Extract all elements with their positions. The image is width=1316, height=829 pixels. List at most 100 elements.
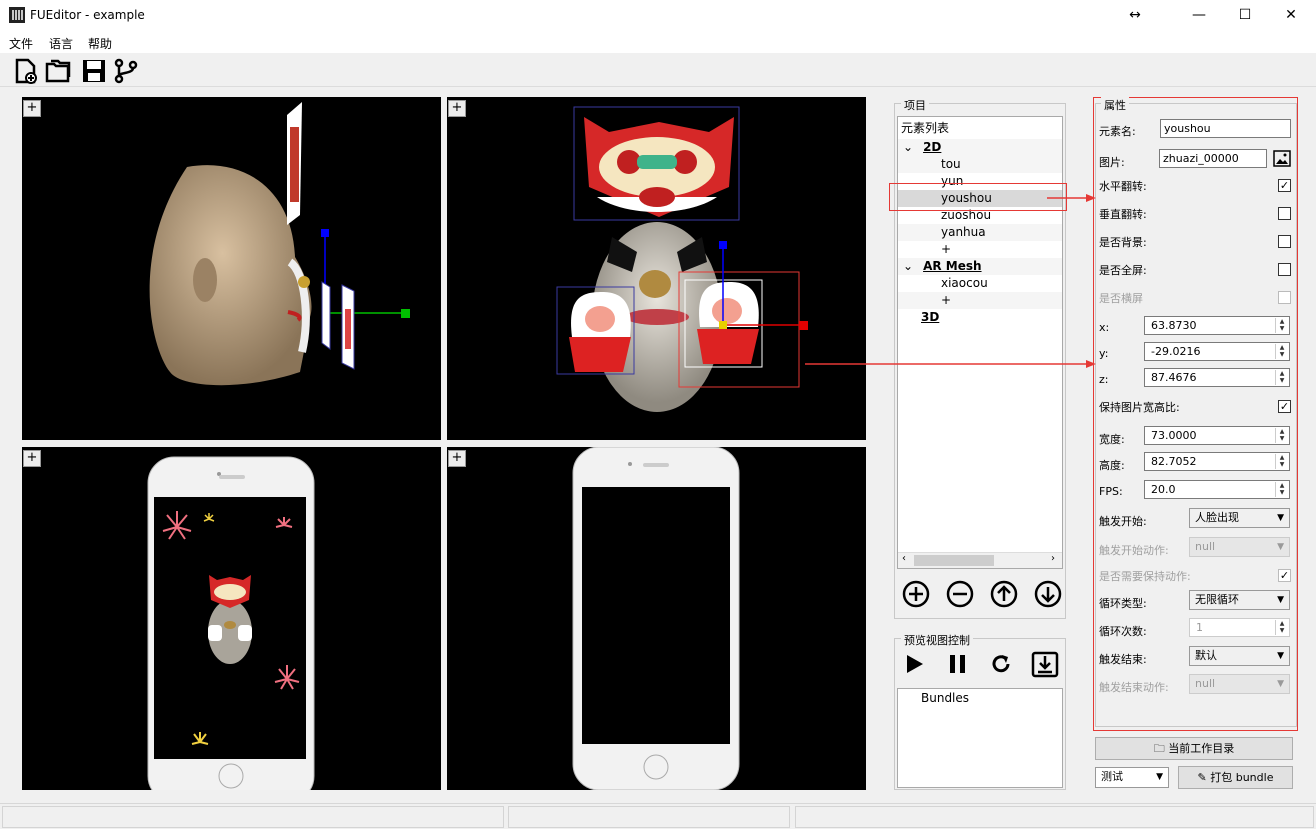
menu-language[interactable]: 语言 [49, 35, 73, 52]
viewport-phone-preview[interactable]: + [22, 447, 441, 790]
loop-count-label: 循环次数: [1099, 625, 1147, 638]
highlight-box-tree [889, 183, 1067, 211]
keep-ratio-checkbox[interactable]: ✓ [1278, 400, 1291, 413]
trigger-end-value: 默认 [1195, 649, 1217, 662]
height-value: 82.7052 [1151, 455, 1197, 468]
fps-label: FPS: [1099, 485, 1123, 498]
dropdown-arrow-icon: ▼ [1156, 772, 1163, 782]
image-picker-icon[interactable] [1273, 150, 1291, 167]
hflip-checkbox[interactable]: ✓ [1278, 179, 1291, 192]
keep-action-label: 是否需要保持动作: [1099, 570, 1191, 583]
spin-arrows-icon[interactable]: ▲ ▼ [1275, 370, 1288, 385]
element-name-label: 元素名: [1099, 125, 1136, 138]
tree-add-ar[interactable]: + [898, 292, 1062, 309]
tree-item-tou[interactable]: tou [898, 156, 1062, 173]
refresh-icon[interactable] [988, 651, 1014, 677]
trigger-start-action-label: 触发开始动作: [1099, 544, 1169, 557]
tree-group-3d-label: 3D [921, 310, 940, 324]
move-down-icon[interactable] [1032, 578, 1064, 610]
image-input[interactable]: zhuazi_00000 [1159, 149, 1267, 168]
tree-root[interactable]: 元素列表 [901, 120, 1062, 137]
close-button[interactable]: ✕ [1268, 0, 1314, 31]
download-icon[interactable] [1030, 649, 1060, 679]
mode-value: 测试 [1101, 770, 1123, 783]
save-icon[interactable] [80, 57, 108, 85]
loop-type-label: 循环类型: [1099, 597, 1147, 610]
spin-arrows-icon[interactable]: ▲ ▼ [1275, 318, 1288, 333]
open-folder-icon[interactable] [44, 57, 72, 85]
tree-add-2d[interactable]: + [898, 241, 1062, 258]
add-circle-icon[interactable] [900, 578, 932, 610]
x-label: x: [1099, 321, 1110, 334]
workdir-label: 当前工作目录 [1168, 742, 1235, 755]
fullscreen-checkbox[interactable] [1278, 263, 1291, 276]
fps-spinbox[interactable]: 20.0 ▲ ▼ [1144, 480, 1290, 499]
play-icon[interactable] [902, 651, 928, 677]
branch-icon[interactable] [112, 57, 140, 85]
trigger-start-action-value: null [1195, 540, 1216, 553]
loop-type-select[interactable]: 无限循环 ▼ [1189, 590, 1290, 610]
dropdown-arrow-icon: ▼ [1277, 651, 1284, 661]
hflip-label: 水平翻转: [1099, 180, 1147, 193]
width-spinbox[interactable]: 73.0000 ▲ ▼ [1144, 426, 1290, 445]
menu-file[interactable]: 文件 [9, 35, 33, 52]
scroll-thumb[interactable] [914, 555, 994, 566]
dropdown-arrow-icon: ▼ [1277, 679, 1284, 689]
new-file-icon[interactable] [12, 57, 40, 85]
fullscreen-label: 是否全屏: [1099, 264, 1147, 277]
scroll-right-icon[interactable]: › [1051, 553, 1055, 564]
dropdown-arrow-icon: ▼ [1277, 513, 1284, 523]
pack-bundle-label: 打包 bundle [1210, 771, 1274, 784]
dropdown-arrow-icon: ▼ [1277, 542, 1284, 552]
tree-item-xiaocou[interactable]: xiaocou [898, 275, 1062, 292]
scroll-left-icon[interactable]: ‹ [902, 553, 906, 564]
vflip-checkbox[interactable] [1278, 207, 1291, 220]
menu-help[interactable]: 帮助 [88, 35, 112, 52]
workdir-button[interactable]: 🗀 当前工作目录 [1095, 737, 1293, 760]
y-spinbox[interactable]: -29.0216 ▲ ▼ [1144, 342, 1290, 361]
trigger-start-select[interactable]: 人脸出现 ▼ [1189, 508, 1290, 528]
move-up-icon[interactable] [988, 578, 1020, 610]
spin-arrows-icon[interactable]: ▲ ▼ [1275, 482, 1288, 497]
bundles-label: Bundles [921, 691, 970, 705]
trigger-start-value: 人脸出现 [1195, 511, 1239, 524]
spin-arrows-icon[interactable]: ▲ ▼ [1275, 428, 1288, 443]
x-value: 63.8730 [1151, 319, 1197, 332]
z-spinbox[interactable]: 87.4676 ▲ ▼ [1144, 368, 1290, 387]
z-value: 87.4676 [1151, 371, 1197, 384]
app-logo-icon [9, 7, 25, 23]
mode-select[interactable]: 测试 ▼ [1095, 767, 1169, 788]
trigger-end-select[interactable]: 默认 ▼ [1189, 646, 1290, 666]
viewport-phone-empty[interactable]: + [447, 447, 866, 790]
maximize-button[interactable]: ☐ [1222, 0, 1268, 31]
tree-group-2d[interactable]: ⌄ 2D [898, 139, 1062, 156]
bundles-list[interactable]: Bundles [897, 688, 1063, 788]
tree-group-2d-label: 2D [923, 140, 942, 154]
tree-h-scrollbar[interactable]: ‹ › [898, 552, 1062, 568]
pause-icon[interactable] [945, 651, 971, 677]
fps-value: 20.0 [1151, 483, 1176, 496]
phone-empty-scene [572, 447, 740, 790]
minimize-button[interactable]: — [1176, 0, 1222, 31]
trigger-start-label: 触发开始: [1099, 515, 1147, 528]
tree-group-3d[interactable]: 3D [898, 309, 1062, 326]
viewport-side[interactable]: + [22, 97, 441, 440]
viewport-front[interactable]: + [447, 97, 866, 440]
element-name-input[interactable]: youshou [1160, 119, 1291, 138]
y-value: -29.0216 [1151, 345, 1201, 358]
background-checkbox[interactable] [1278, 235, 1291, 248]
y-label: y: [1099, 347, 1109, 360]
project-legend: 项目 [901, 97, 929, 113]
remove-circle-icon[interactable] [944, 578, 976, 610]
tree-group-ar[interactable]: ⌄ AR Mesh [898, 258, 1062, 275]
height-label: 高度: [1099, 459, 1125, 472]
chevron-down-icon[interactable]: ⌄ [903, 259, 913, 273]
spin-arrows-icon[interactable]: ▲ ▼ [1275, 344, 1288, 359]
trigger-end-label: 触发结束: [1099, 653, 1147, 666]
tree-item-yanhua[interactable]: yanhua [898, 224, 1062, 241]
x-spinbox[interactable]: 63.8730 ▲ ▼ [1144, 316, 1290, 335]
spin-arrows-icon[interactable]: ▲ ▼ [1275, 454, 1288, 469]
chevron-down-icon[interactable]: ⌄ [903, 140, 913, 154]
height-spinbox[interactable]: 82.7052 ▲ ▼ [1144, 452, 1290, 471]
pack-bundle-button[interactable]: ✎ 打包 bundle [1178, 766, 1293, 789]
